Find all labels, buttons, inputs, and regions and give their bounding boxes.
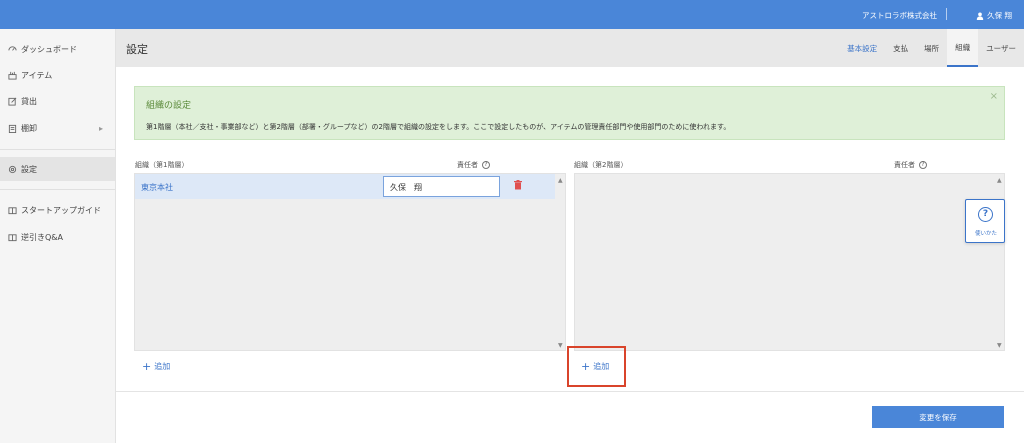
sidebar-item-label: 貸出	[21, 96, 37, 106]
sidebar-item-label: 設定	[21, 164, 37, 174]
level2-owner-header: 責任者?	[894, 160, 927, 170]
sidebar-divider	[0, 189, 115, 190]
book-icon	[8, 233, 17, 241]
level1-list: 東京本社 久保 翔 ⌄ ▲ ▼	[134, 173, 566, 351]
alert-text: 第1階層（本社／支社・事業部など）と第2階層（部署・グループなど）の2階層で組織…	[146, 123, 731, 131]
page-header: 設定 基本設定 支払 場所 組織 ユーザー	[116, 29, 1024, 67]
tab-basic-settings[interactable]: 基本設定	[839, 29, 885, 67]
scroll-up-icon[interactable]: ▲	[997, 177, 1002, 184]
clipboard-icon	[8, 124, 17, 133]
topbar-divider	[946, 8, 947, 20]
sidebar-divider	[0, 149, 115, 150]
owner-header-label: 責任者	[457, 161, 478, 169]
question-icon: ?	[978, 207, 993, 222]
settings-tabs: 基本設定 支払 場所 組織 ユーザー	[839, 29, 1024, 67]
plus-icon: +	[142, 360, 152, 373]
gear-icon	[8, 165, 17, 173]
item-icon	[8, 71, 17, 80]
owner-header-label: 責任者	[894, 161, 915, 169]
add-label: 追加	[593, 362, 610, 371]
add-label: 追加	[154, 362, 171, 371]
chevron-down-icon: ⌄	[390, 182, 396, 190]
page-title: 設定	[126, 43, 148, 56]
alert-title: 組織の設定	[146, 101, 192, 111]
sidebar-item-qa[interactable]: 逆引きQ&A	[0, 225, 115, 249]
sidebar-item-label: 逆引きQ&A	[21, 232, 64, 242]
plus-icon: +	[581, 360, 591, 373]
company-name: アストロラボ株式会社	[862, 11, 937, 20]
dashboard-icon	[8, 45, 17, 51]
footer-divider	[116, 391, 1024, 392]
level2-org-header: 組織（第2階層）	[574, 161, 628, 169]
level2-list: ▲ ▼	[574, 173, 1005, 351]
sidebar-item-label: スタートアップガイド	[21, 205, 101, 215]
add-level2-button[interactable]: + 追加	[581, 360, 609, 373]
level1-owner-header: 責任者?	[457, 160, 490, 170]
tab-location[interactable]: 場所	[916, 29, 947, 67]
user-menu[interactable]: 久保 翔	[976, 10, 1012, 21]
sidebar-item-lending[interactable]: 貸出	[0, 89, 115, 113]
sidebar-item-label: アイテム	[21, 70, 53, 80]
info-alert: 組織の設定 第1階層（本社／支社・事業部など）と第2階層（部署・グループなど）の…	[134, 86, 1005, 140]
sidebar-item-dashboard[interactable]: ダッシュボード	[0, 37, 115, 61]
help-widget-label: 使いかた	[974, 231, 997, 237]
scroll-down-icon[interactable]: ▼	[558, 342, 563, 349]
user-name: 久保 翔	[987, 11, 1012, 20]
list-item[interactable]: 東京本社 久保 翔 ⌄	[135, 174, 555, 199]
trash-icon[interactable]	[514, 180, 522, 190]
tab-organization[interactable]: 組織	[947, 29, 979, 67]
sidebar-item-label: ダッシュボード	[21, 44, 77, 54]
owner-select[interactable]: 久保 翔 ⌄	[383, 176, 500, 197]
sidebar-item-label: 棚卸	[21, 123, 37, 133]
close-icon[interactable]: ×	[990, 91, 998, 102]
sidebar-item-startup-guide[interactable]: スタートアップガイド	[0, 198, 115, 222]
sidebar-item-inventory[interactable]: 棚卸 ▸	[0, 116, 115, 140]
help-icon[interactable]: ?	[482, 161, 490, 169]
org-name: 東京本社	[141, 183, 173, 192]
scroll-up-icon[interactable]: ▲	[558, 177, 563, 184]
help-widget[interactable]: ? 使いかた	[965, 199, 1005, 243]
book-icon	[8, 206, 17, 214]
level1-org-header: 組織（第1階層）	[135, 161, 189, 169]
scroll-down-icon[interactable]: ▼	[997, 342, 1002, 349]
tab-payment[interactable]: 支払	[885, 29, 916, 67]
top-bar: アストロラボ株式会社 久保 翔	[0, 0, 1024, 29]
user-icon	[976, 12, 984, 20]
sidebar: ダッシュボード アイテム 貸出 棚卸 ▸ 設定 スタートアップガイド 逆引きQ&…	[0, 29, 116, 443]
help-icon[interactable]: ?	[919, 161, 927, 169]
edit-icon	[8, 97, 17, 106]
save-changes-button[interactable]: 変更を保存	[872, 406, 1004, 428]
add-level1-button[interactable]: + 追加	[142, 360, 170, 373]
sidebar-item-settings[interactable]: 設定	[0, 157, 115, 181]
chevron-right-icon: ▸	[98, 123, 103, 133]
tab-users[interactable]: ユーザー	[978, 29, 1024, 67]
sidebar-item-items[interactable]: アイテム	[0, 63, 115, 87]
